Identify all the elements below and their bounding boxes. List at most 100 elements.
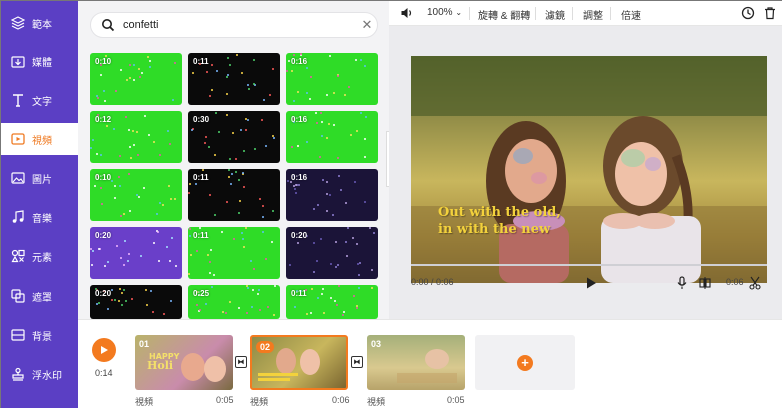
confetti-speck bbox=[274, 285, 276, 287]
video-result[interactable]: 0:12 bbox=[90, 111, 182, 163]
sidebar-item-images[interactable]: 圖片 bbox=[1, 162, 78, 194]
confetti-speck bbox=[145, 289, 147, 291]
confetti-speck bbox=[147, 56, 149, 58]
confetti-speck bbox=[191, 129, 193, 131]
search-icon bbox=[101, 18, 115, 32]
rotate-flip-button[interactable]: 旋轉 & 翻轉 bbox=[478, 7, 530, 22]
search-input[interactable]: confetti ✕ bbox=[90, 12, 378, 38]
clock-icon[interactable] bbox=[741, 6, 755, 23]
timeline-play-button[interactable] bbox=[92, 338, 116, 362]
sidebar-item-music[interactable]: 音樂 bbox=[1, 201, 78, 233]
video-result[interactable]: 0:11 bbox=[188, 227, 280, 279]
svg-text:Holi: Holi bbox=[147, 359, 173, 372]
video-caption[interactable]: Out with the old, in with the new bbox=[438, 204, 561, 238]
confetti-speck bbox=[229, 64, 231, 66]
confetti-speck bbox=[114, 185, 116, 187]
confetti-speck bbox=[273, 314, 275, 316]
video-result[interactable]: 0:25 bbox=[188, 285, 280, 319]
confetti-speck bbox=[306, 313, 308, 315]
confetti-speck bbox=[334, 300, 336, 302]
timeline-clip-1[interactable]: 01 HAPPY Holi bbox=[135, 335, 233, 390]
scissors-icon[interactable] bbox=[749, 276, 761, 290]
confetti-speck bbox=[345, 202, 347, 204]
divider bbox=[535, 7, 536, 20]
sidebar-item-label: 音樂 bbox=[32, 213, 52, 225]
sidebar-item-video[interactable]: 視頻 bbox=[1, 123, 78, 155]
music-icon bbox=[11, 210, 25, 224]
confetti-speck bbox=[253, 59, 255, 61]
confetti-speck bbox=[131, 298, 133, 300]
confetti-speck bbox=[235, 171, 237, 173]
split-icon[interactable] bbox=[699, 276, 711, 290]
clip-label: 視頻 bbox=[135, 397, 154, 407]
video-result[interactable]: 0:20 bbox=[286, 227, 378, 279]
confetti-speck bbox=[103, 90, 105, 92]
confetti-speck bbox=[128, 253, 130, 255]
confetti-speck bbox=[243, 150, 245, 152]
confetti-speck bbox=[149, 66, 151, 68]
progress-bar[interactable] bbox=[411, 264, 767, 266]
confetti-speck bbox=[231, 173, 233, 175]
sidebar-item-elements[interactable]: 元素 bbox=[1, 240, 78, 272]
microphone-icon[interactable] bbox=[676, 276, 688, 290]
confetti-speck bbox=[251, 306, 253, 308]
confetti-speck bbox=[188, 192, 190, 194]
confetti-speck bbox=[321, 293, 323, 295]
timeline: 0:14 01 HAPPY Holi 視頻 0:05 ⧓ 02 視頻 0:06 … bbox=[78, 319, 782, 408]
confetti-speck bbox=[100, 74, 102, 76]
sidebar-item-templates[interactable]: 範本 bbox=[1, 7, 78, 39]
video-result[interactable]: 0:11 bbox=[188, 53, 280, 105]
editor-toolbar: 100% ⌄ 旋轉 & 翻轉 濾鏡 調整 倍速 bbox=[389, 1, 782, 26]
clear-search-icon[interactable]: ✕ bbox=[357, 17, 377, 33]
confetti-speck bbox=[245, 227, 247, 229]
confetti-speck bbox=[322, 179, 324, 181]
confetti-speck bbox=[169, 260, 171, 262]
timeline-clip-3[interactable]: 03 bbox=[367, 335, 465, 390]
video-result[interactable]: 0:16 bbox=[286, 111, 378, 163]
play-icon[interactable] bbox=[584, 276, 598, 290]
transition-button[interactable]: ⧓ bbox=[351, 356, 363, 368]
video-result[interactable]: 0:16 bbox=[286, 169, 378, 221]
video-preview[interactable]: Out with the old, in with the new bbox=[411, 56, 767, 283]
adjust-button[interactable]: 調整 bbox=[583, 7, 603, 22]
confetti-speck bbox=[356, 307, 358, 309]
confetti-speck bbox=[333, 124, 335, 126]
search-query[interactable]: confetti bbox=[123, 19, 357, 31]
confetti-speck bbox=[238, 307, 240, 309]
timeline-clip-2[interactable]: 02 bbox=[250, 335, 348, 390]
speed-button[interactable]: 倍速 bbox=[621, 7, 641, 22]
confetti-speck bbox=[316, 122, 318, 124]
video-result[interactable]: 0:11 bbox=[188, 169, 280, 221]
add-clip-button[interactable]: + bbox=[475, 335, 575, 390]
video-result[interactable]: 0:30 bbox=[188, 111, 280, 163]
delete-icon[interactable] bbox=[763, 6, 777, 23]
filter-button[interactable]: 濾鏡 bbox=[545, 7, 565, 22]
sidebar-item-background[interactable]: 背景 bbox=[1, 319, 78, 351]
confetti-speck bbox=[120, 257, 122, 259]
confetti-speck bbox=[169, 143, 171, 145]
zoom-select[interactable]: 100% ⌄ bbox=[427, 7, 462, 18]
confetti-speck bbox=[226, 201, 228, 203]
video-result[interactable]: 0:20 bbox=[90, 285, 182, 319]
confetti-speck bbox=[267, 306, 269, 308]
volume-icon[interactable] bbox=[400, 6, 414, 23]
sidebar-item-overlay[interactable]: 遮罩 bbox=[1, 280, 78, 312]
transition-button[interactable]: ⧓ bbox=[235, 356, 247, 368]
background-icon bbox=[11, 328, 25, 342]
sidebar-item-media[interactable]: 媒體 bbox=[1, 45, 78, 77]
clip-label: 視頻 bbox=[367, 397, 386, 407]
confetti-speck bbox=[252, 289, 254, 291]
confetti-speck bbox=[133, 64, 135, 66]
confetti-speck bbox=[218, 131, 220, 133]
video-icon bbox=[11, 132, 25, 146]
video-result[interactable]: 0:10 bbox=[90, 53, 182, 105]
confetti-speck bbox=[247, 84, 249, 86]
confetti-speck bbox=[336, 304, 338, 306]
video-result[interactable]: 0:16 bbox=[286, 53, 378, 105]
confetti-speck bbox=[125, 116, 127, 118]
video-result[interactable]: 0:11 bbox=[286, 285, 378, 319]
video-result[interactable]: 0:10 bbox=[90, 169, 182, 221]
video-result[interactable]: 0:20 bbox=[90, 227, 182, 279]
sidebar-item-watermark[interactable]: 浮水印 bbox=[1, 358, 78, 390]
sidebar-item-text[interactable]: 文字 bbox=[1, 84, 78, 116]
